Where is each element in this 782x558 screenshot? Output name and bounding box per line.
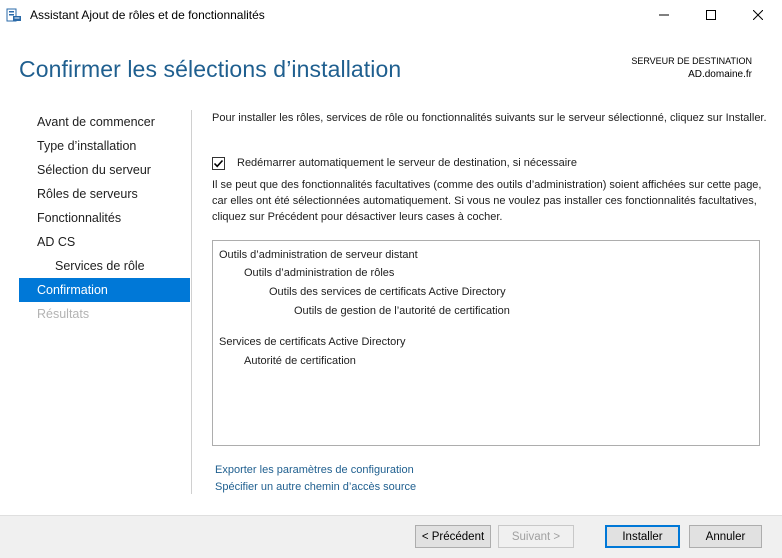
nav-item-fonctionnalites[interactable]: Fonctionnalités bbox=[19, 206, 190, 230]
restart-checkbox[interactable] bbox=[212, 156, 225, 170]
selection-item: Services de certificats Active Directory bbox=[219, 336, 406, 348]
destination-server-label: SERVEUR DE DESTINATION bbox=[631, 56, 752, 66]
selection-item: Autorité de certification bbox=[244, 355, 356, 367]
minimize-icon bbox=[659, 14, 669, 16]
window-title: Assistant Ajout de rôles et de fonctionn… bbox=[30, 8, 265, 22]
server-manager-icon bbox=[6, 7, 22, 23]
maximize-button[interactable] bbox=[688, 0, 734, 30]
selection-item: Outils d’administration de serveur dista… bbox=[219, 249, 418, 261]
next-button[interactable]: Suivant > bbox=[498, 525, 574, 548]
wizard-steps-nav: Avant de commencer Type d’installation S… bbox=[19, 110, 190, 326]
maximize-icon bbox=[706, 10, 716, 20]
minimize-button[interactable] bbox=[641, 0, 687, 30]
selection-item: Outils des services de certificats Activ… bbox=[269, 286, 506, 298]
intro-text: Pour installer les rôles, services de rô… bbox=[212, 112, 767, 124]
restart-option[interactable]: Redémarrer automatiquement le serveur de… bbox=[212, 155, 577, 171]
selection-item: Outils de gestion de l’autorité de certi… bbox=[294, 305, 510, 317]
close-button[interactable] bbox=[735, 0, 781, 30]
nav-item-confirmation[interactable]: Confirmation bbox=[19, 278, 190, 302]
optional-features-info: Il se peut que des fonctionnalités facul… bbox=[212, 179, 762, 223]
nav-divider bbox=[191, 110, 192, 494]
export-settings-link[interactable]: Exporter les paramètres de configuration bbox=[215, 464, 414, 476]
cancel-button[interactable]: Annuler bbox=[689, 525, 762, 548]
close-icon bbox=[753, 10, 763, 20]
alternate-source-path-link[interactable]: Spécifier un autre chemin d’accès source bbox=[215, 481, 416, 493]
nav-item-type-installation[interactable]: Type d’installation bbox=[19, 134, 190, 158]
title-bar: Assistant Ajout de rôles et de fonctionn… bbox=[0, 0, 782, 30]
nav-item-avant-de-commencer[interactable]: Avant de commencer bbox=[19, 110, 190, 134]
destination-server-name: AD.domaine.fr bbox=[688, 69, 752, 80]
nav-item-selection-serveur[interactable]: Sélection du serveur bbox=[19, 158, 190, 182]
restart-label: Redémarrer automatiquement le serveur de… bbox=[237, 157, 577, 169]
nav-item-roles-serveurs[interactable]: Rôles de serveurs bbox=[19, 182, 190, 206]
install-button[interactable]: Installer bbox=[605, 525, 680, 548]
previous-button[interactable]: < Précédent bbox=[415, 525, 491, 548]
checkmark-icon bbox=[213, 159, 224, 167]
selection-item: Outils d’administration de rôles bbox=[244, 267, 395, 279]
nav-item-services-de-role[interactable]: Services de rôle bbox=[19, 254, 190, 278]
nav-item-resultats: Résultats bbox=[37, 307, 90, 321]
nav-item-ad-cs[interactable]: AD CS bbox=[19, 230, 190, 254]
page-title: Confirmer les sélections d’installation bbox=[19, 56, 402, 82]
selections-list[interactable]: Outils d’administration de serveur dista… bbox=[212, 240, 760, 446]
